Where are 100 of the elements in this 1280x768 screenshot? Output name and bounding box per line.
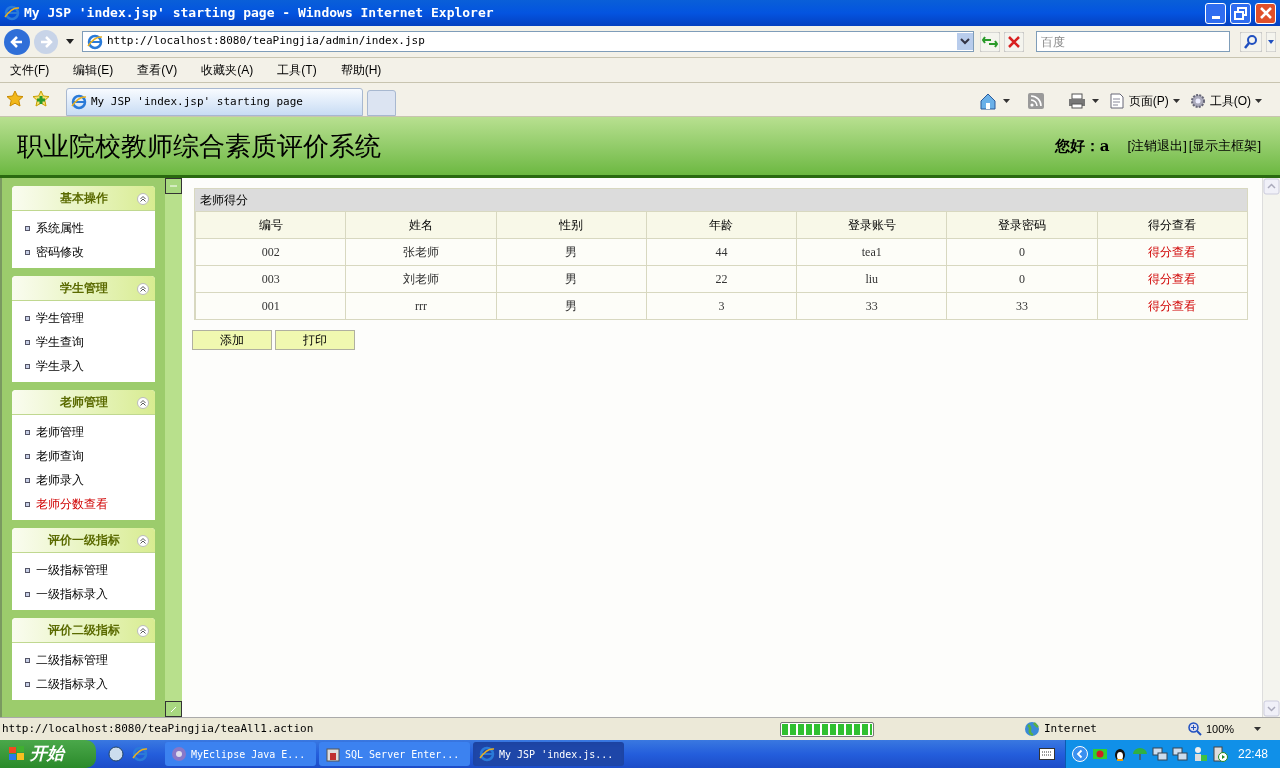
sidebar-link[interactable]: 老师管理 <box>36 423 84 441</box>
dropdown-arrow-icon[interactable] <box>1091 99 1099 103</box>
sidebar-link[interactable]: 密码修改 <box>36 243 84 261</box>
search-icon[interactable] <box>1240 31 1262 52</box>
bullet-icon <box>25 225 30 231</box>
database-icon <box>325 746 341 762</box>
minimize-button[interactable] <box>1205 2 1226 24</box>
menu-item[interactable]: 收藏夹(A) <box>197 61 258 79</box>
browser-tab[interactable]: My JSP 'index.jsp' starting page <box>66 88 363 116</box>
action-button[interactable]: 打印 <box>275 330 355 350</box>
add-favorite-icon[interactable] <box>32 90 50 108</box>
user-name: a <box>1099 135 1110 157</box>
column-header: 登录密码 <box>946 211 1097 238</box>
bullet-icon <box>25 249 30 255</box>
sidebar-link[interactable]: 一级指标录入 <box>36 585 108 603</box>
collapse-icon[interactable] <box>137 397 149 409</box>
address-field[interactable]: http://localhost:8080/teaPingjia/admin/index.jsp <box>81 31 975 52</box>
column-header: 性别 <box>495 211 646 238</box>
keyboard-icon[interactable] <box>1038 748 1055 760</box>
gear-icon <box>1189 93 1206 109</box>
printer-icon[interactable] <box>1067 93 1086 109</box>
home-icon[interactable] <box>978 92 997 110</box>
refresh-icon[interactable] <box>980 31 1001 52</box>
sidebar-link[interactable]: 系统属性 <box>36 219 84 237</box>
column-header: 登录账号 <box>796 211 947 238</box>
bullet-icon <box>25 567 30 573</box>
tools-menu-button[interactable]: 工具(O) <box>1189 92 1262 110</box>
server-icon[interactable] <box>1211 746 1228 762</box>
sidebar-link[interactable]: 学生查询 <box>36 333 84 351</box>
table-cell: liu <box>796 265 947 292</box>
collapse-icon[interactable] <box>137 535 149 547</box>
table-cell: tea1 <box>796 238 947 265</box>
sidebar-link[interactable]: 老师查询 <box>36 447 84 465</box>
table-cell: rrr <box>345 292 496 319</box>
collapse-icon[interactable] <box>137 283 149 295</box>
table-cell: 0 <box>946 238 1097 265</box>
score-link[interactable]: 得分查看 <box>1096 292 1247 319</box>
bullet-icon <box>25 657 30 663</box>
ie-icon <box>71 94 87 110</box>
taskbar-button[interactable]: MyEclipse Java E... <box>165 742 316 766</box>
taskbar-button[interactable]: My JSP 'index.js... <box>473 742 624 766</box>
favorites-star-icon[interactable] <box>6 90 24 108</box>
sidebar-link[interactable]: 二级指标管理 <box>36 651 108 669</box>
score-link[interactable]: 得分查看 <box>1096 265 1247 292</box>
status-text: http://localhost:8080/teaPingjia/teaAll1.action <box>1 720 315 737</box>
header-link[interactable]: [注销退出] <box>1127 136 1187 156</box>
page-title: 职业院校教师综合素质评价系统 <box>17 129 382 163</box>
ie-icon <box>4 5 20 21</box>
feed-icon[interactable] <box>1027 93 1044 109</box>
dropdown-arrow-icon[interactable] <box>1266 31 1276 52</box>
restore-button[interactable] <box>1230 2 1251 24</box>
menu-item[interactable]: 工具(T) <box>273 61 321 79</box>
sidebar-link[interactable]: 一级指标管理 <box>36 561 108 579</box>
bullet-icon <box>25 681 30 687</box>
column-header: 姓名 <box>345 211 496 238</box>
quick-launch-icon[interactable] <box>108 746 124 762</box>
restore-icon <box>1234 6 1247 20</box>
sidebar-link[interactable]: 老师分数查看 <box>36 495 108 513</box>
resize-handle-icon[interactable] <box>165 701 182 717</box>
back-button[interactable] <box>4 28 30 55</box>
header-link[interactable]: [显示主框架] <box>1188 136 1261 156</box>
app-icon <box>171 746 187 762</box>
action-button[interactable]: 添加 <box>192 330 272 350</box>
sidebar-link[interactable]: 学生录入 <box>36 357 84 375</box>
column-header: 年龄 <box>645 211 797 238</box>
table-cell: 刘老师 <box>345 265 496 292</box>
zoom-icon <box>1188 722 1202 736</box>
page-menu-button[interactable]: 页面(P) <box>1108 92 1180 110</box>
taskbar-button[interactable]: SQL Server Enter... <box>319 742 470 766</box>
table-cell: 男 <box>495 265 646 292</box>
ie-icon <box>479 746 495 762</box>
menu-item[interactable]: 编辑(E) <box>69 61 118 79</box>
column-header: 编号 <box>195 211 346 238</box>
minimize-icon <box>1211 15 1220 19</box>
table-cell: 男 <box>495 292 646 319</box>
table-cell: 33 <box>796 292 947 319</box>
stop-icon[interactable] <box>1004 31 1025 52</box>
dropdown-arrow-icon[interactable] <box>65 39 74 44</box>
table-cell: 张老师 <box>345 238 496 265</box>
bullet-icon <box>25 477 30 483</box>
close-button[interactable] <box>1255 2 1276 24</box>
collapse-icon[interactable] <box>137 625 149 637</box>
network-icon[interactable] <box>1171 746 1188 762</box>
collapse-icon[interactable] <box>137 193 149 205</box>
expand-tray-icon[interactable] <box>1071 746 1088 762</box>
network-icon[interactable] <box>1151 746 1168 762</box>
menu-item[interactable]: 帮助(H) <box>336 61 386 79</box>
search-field[interactable]: 百度 <box>1036 31 1230 52</box>
windows-logo-icon <box>8 745 26 763</box>
sidebar-link[interactable]: 学生管理 <box>36 309 84 327</box>
menu-item[interactable]: 查看(V) <box>133 61 182 79</box>
collapse-handle-icon[interactable] <box>165 178 182 194</box>
zoom-button[interactable]: 100% <box>1188 720 1262 738</box>
score-link[interactable]: 得分查看 <box>1096 238 1247 265</box>
start-button[interactable]: 开始 <box>0 740 96 768</box>
menu-item[interactable]: 文件(F) <box>6 61 54 79</box>
sidebar-link[interactable]: 老师录入 <box>36 471 84 489</box>
ie-icon[interactable] <box>132 746 148 762</box>
dropdown-arrow-icon[interactable] <box>1002 99 1010 103</box>
sidebar-link[interactable]: 二级指标录入 <box>36 675 108 693</box>
